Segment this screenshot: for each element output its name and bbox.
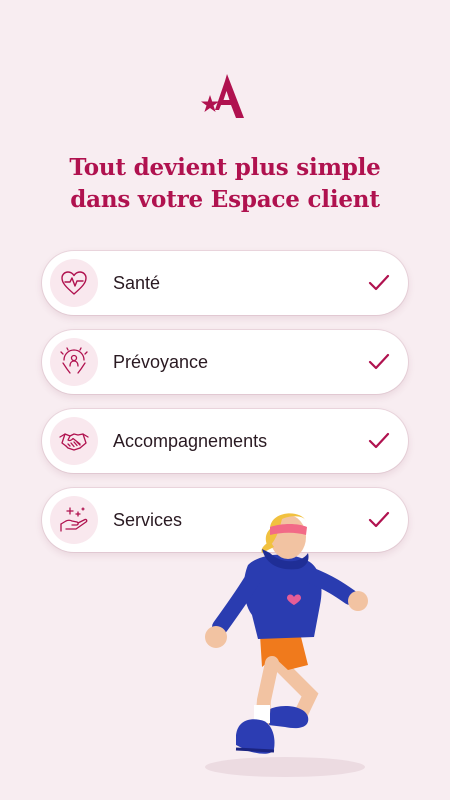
brand-logo-icon bbox=[201, 74, 244, 118]
check-icon bbox=[368, 432, 390, 449]
check-icon bbox=[368, 353, 390, 370]
feature-label: Accompagnements bbox=[113, 430, 268, 451]
check-icon bbox=[368, 274, 390, 291]
feature-card-prevoyance[interactable]: Prévoyance bbox=[42, 330, 408, 394]
feature-label: Prévoyance bbox=[113, 351, 209, 372]
hand-sparkle-icon bbox=[50, 496, 98, 544]
headline-line-2: dans votre Espace client bbox=[70, 186, 380, 213]
headline-line-1: Tout devient plus simple bbox=[69, 154, 381, 181]
feature-card-accompagnements[interactable]: Accompagnements bbox=[42, 409, 408, 473]
feature-label: Santé bbox=[113, 272, 161, 293]
runner-illustration bbox=[205, 513, 368, 777]
protection-hands-icon bbox=[50, 338, 98, 386]
heart-pulse-icon bbox=[50, 259, 98, 307]
handshake-icon bbox=[50, 417, 98, 465]
feature-card-sante[interactable]: Santé bbox=[42, 251, 408, 315]
feature-label: Services bbox=[113, 509, 183, 530]
headline: Tout devient plus simple dans votre Espa… bbox=[0, 152, 450, 216]
